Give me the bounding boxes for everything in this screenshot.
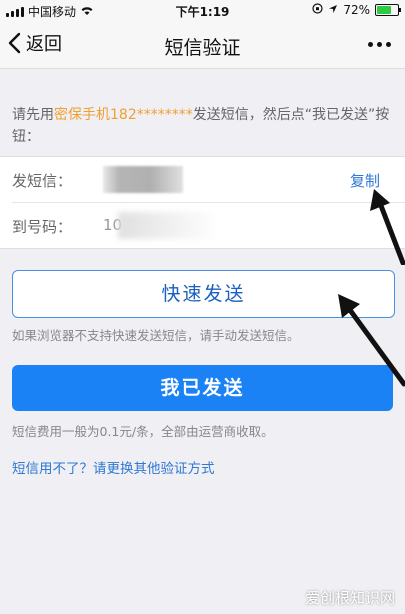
quick-send-button[interactable]: 快速发送 <box>12 270 395 318</box>
to-number-row: 到号码： 10 <box>0 203 405 248</box>
change-verification-link[interactable]: 短信用不了？请更换其他验证方式 <box>12 457 215 477</box>
fee-hint: 短信费用一般为0.1元/条，全部由运营商收取。 <box>12 424 274 439</box>
instruction-text: 请先用密保手机182********发送短信，然后点“我已发送”按钮： <box>12 104 397 148</box>
to-label: 到号码： <box>12 218 73 236</box>
nav-bar: 返回 短信验证 <box>0 20 405 69</box>
watermark: 爱创根知识网 <box>304 589 395 607</box>
back-button[interactable]: 返回 <box>6 30 62 56</box>
blurred-sms-content <box>103 166 183 193</box>
instruction-prefix: 请先用 <box>12 107 54 123</box>
status-bar: 中国移动 下午1:19 72% <box>0 0 405 20</box>
battery-percent: 72% <box>343 3 370 17</box>
orientation-lock-icon <box>312 3 323 17</box>
send-content-row: 发短信： 复制 <box>0 157 405 202</box>
instruction-phone: 密保手机182******** <box>54 107 193 123</box>
battery-icon <box>375 4 401 16</box>
sms-info-card: 发短信： 复制 到号码： 10 <box>0 156 405 249</box>
more-icon[interactable] <box>368 42 391 47</box>
copy-button[interactable]: 复制 <box>350 170 380 191</box>
location-icon <box>328 3 338 17</box>
send-label: 发短信： <box>12 172 73 190</box>
back-label: 返回 <box>26 34 62 55</box>
browser-hint: 如果浏览器不支持快速发送短信，请手动发送短信。 <box>12 328 300 343</box>
chevron-left-icon <box>8 32 21 54</box>
already-sent-button[interactable]: 我已发送 <box>12 365 393 411</box>
status-right: 72% <box>312 3 401 17</box>
blurred-to-number <box>118 212 218 239</box>
